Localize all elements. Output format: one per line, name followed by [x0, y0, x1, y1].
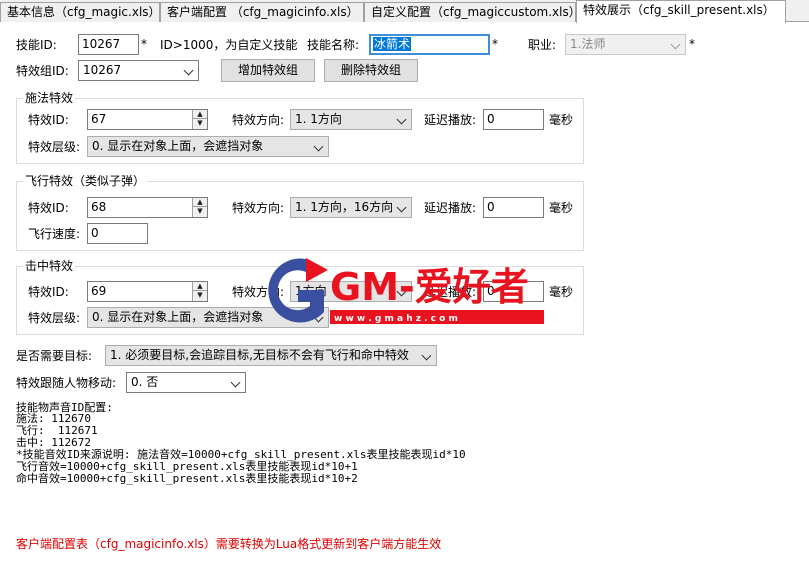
fly-effect-id-label: 特效ID:: [28, 201, 69, 215]
need-target-select[interactable]: 1. 必须要目标,会追踪目标,无目标不会有飞行和命中特效: [105, 345, 437, 366]
hit-layer-label: 特效层级:: [28, 311, 81, 325]
watermark-url: w w w . g m a h z . c o m: [334, 314, 458, 324]
skill-id-label: 技能ID:: [16, 38, 57, 52]
cast-delay-input[interactable]: 0: [483, 109, 544, 130]
cast-layer-select[interactable]: 0. 显示在对象上面，会遮挡对象: [87, 136, 329, 157]
chevron-down-icon: [230, 377, 241, 388]
job-select[interactable]: 1.法师: [565, 34, 686, 55]
fly-delay-input[interactable]: 0: [483, 197, 544, 218]
hit-ms-label: 毫秒: [549, 285, 574, 299]
fly-speed-label: 飞行速度:: [28, 227, 81, 241]
effect-group-select[interactable]: 10267: [78, 60, 199, 81]
chevron-down-icon: [670, 39, 681, 50]
hit-effect-id-spinner[interactable]: 69 ▲ ▼: [87, 281, 208, 302]
cast-effect-id-value: 67: [91, 112, 107, 126]
follow-move-value: 0. 否: [131, 375, 159, 389]
spinner-arrows[interactable]: ▲ ▼: [192, 282, 207, 301]
spin-down-icon[interactable]: ▼: [193, 291, 207, 300]
hit-layer-value: 0. 显示在对象上面，会遮挡对象: [92, 310, 264, 324]
skill-name-label: 技能名称:: [307, 38, 360, 52]
hit-effect-title: 击中特效: [23, 258, 76, 274]
watermark-text: GM-爱好者: [330, 265, 529, 309]
chevron-down-icon: [313, 141, 324, 152]
chevron-down-icon: [183, 65, 194, 76]
cast-direction-value: 1. 1方向: [295, 112, 342, 126]
job-label: 职业:: [528, 38, 557, 52]
fly-direction-select[interactable]: 1. 1方向，16方向: [290, 197, 412, 218]
hit-effect-id-label: 特效ID:: [28, 285, 69, 299]
cast-effect-id-spinner[interactable]: 67 ▲ ▼: [87, 109, 208, 130]
need-target-value: 1. 必须要目标,会追踪目标,无目标不会有飞行和命中特效: [110, 348, 409, 362]
fly-effect-title: 飞行特效（类似子弹）: [23, 173, 148, 189]
spin-up-icon[interactable]: ▲: [193, 110, 207, 119]
tab-client-config[interactable]: 客户端配置 （cfg_magicinfo.xls）: [160, 2, 364, 22]
cast-layer-label: 特效层级:: [28, 140, 81, 154]
effect-group-label: 特效组ID:: [16, 64, 69, 78]
spin-down-icon[interactable]: ▼: [193, 207, 207, 216]
spin-up-icon[interactable]: ▲: [193, 198, 207, 207]
follow-move-select[interactable]: 0. 否: [126, 372, 246, 393]
tab-effect-present[interactable]: 特效展示（cfg_skill_present.xls）: [576, 0, 786, 23]
follow-move-label: 特效跟随人物移动:: [16, 376, 117, 390]
job-select-value: 1.法师: [570, 37, 606, 51]
cast-effect-id-label: 特效ID:: [28, 113, 69, 127]
cast-delay-label: 延迟播放:: [424, 113, 477, 127]
need-target-label: 是否需要目标:: [16, 349, 93, 363]
chevron-down-icon: [421, 350, 432, 361]
skill-name-input[interactable]: 冰箭术: [369, 34, 490, 55]
spinner-arrows[interactable]: ▲ ▼: [192, 198, 207, 217]
cast-layer-value: 0. 显示在对象上面，会遮挡对象: [92, 139, 264, 153]
spin-up-icon[interactable]: ▲: [193, 282, 207, 291]
footer-note: 客户端配置表（cfg_magicinfo.xls）需要转换为Lua格式更新到客户…: [16, 537, 442, 551]
fly-direction-label: 特效方向:: [232, 201, 285, 215]
fly-direction-value: 1. 1方向，16方向: [295, 200, 394, 214]
cast-ms-label: 毫秒: [549, 113, 574, 127]
cast-effect-title: 施法特效: [23, 90, 76, 106]
fly-ms-label: 毫秒: [549, 201, 574, 215]
cast-direction-label: 特效方向:: [232, 113, 285, 127]
sound-hit-formula: 命中音效=10000+cfg_skill_present.xls表里技能表现id…: [16, 472, 358, 485]
tab-custom-config[interactable]: 自定义配置（cfg_magiccustom.xls）: [364, 2, 581, 22]
delete-effect-group-button[interactable]: 删除特效组: [324, 59, 418, 82]
skill-id-hint: ID>1000，为自定义技能: [160, 38, 298, 52]
required-star: *: [141, 37, 147, 51]
tab-strip: 基本信息（cfg_magic.xls） 客户端配置 （cfg_magicinfo…: [0, 0, 809, 23]
tab-basic-info[interactable]: 基本信息（cfg_magic.xls）: [0, 2, 161, 22]
spinner-arrows[interactable]: ▲ ▼: [192, 110, 207, 129]
required-star: *: [492, 37, 498, 51]
effect-group-value: 10267: [83, 63, 122, 77]
fly-delay-label: 延迟播放:: [424, 201, 477, 215]
fly-effect-id-value: 68: [91, 200, 107, 214]
skill-name-selected-text: 冰箭术: [373, 37, 412, 51]
chevron-down-icon: [396, 202, 407, 213]
spin-down-icon[interactable]: ▼: [193, 119, 207, 128]
hit-effect-id-value: 69: [91, 284, 107, 298]
fly-effect-id-spinner[interactable]: 68 ▲ ▼: [87, 197, 208, 218]
gm-watermark-logo: GM-爱好者 w w w . g m a h z . c o m: [268, 258, 544, 324]
chevron-down-icon: [396, 114, 407, 125]
cast-direction-select[interactable]: 1. 1方向: [290, 109, 412, 130]
skill-id-input[interactable]: 10267: [78, 34, 139, 55]
add-effect-group-button[interactable]: 增加特效组: [221, 59, 315, 82]
fly-speed-input[interactable]: 0: [87, 223, 148, 244]
watermark-arrow-icon: [306, 258, 328, 282]
required-star: *: [689, 37, 695, 51]
